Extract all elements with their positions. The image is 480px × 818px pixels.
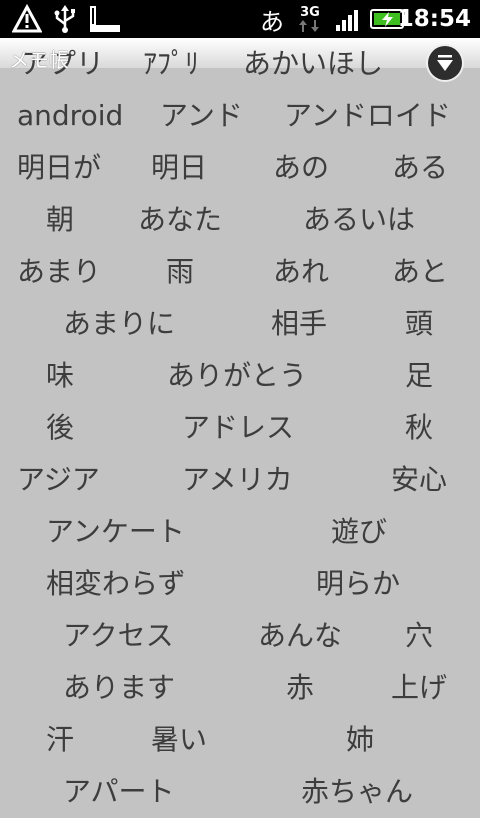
candidate-word[interactable]: あと bbox=[392, 246, 448, 298]
candidate-word[interactable]: 明らか bbox=[316, 558, 400, 610]
candidate-word[interactable]: 明日 bbox=[151, 142, 207, 194]
warning-triangle-icon bbox=[12, 0, 42, 38]
candidate-row: アクセス あんな 穴 bbox=[0, 610, 480, 662]
candidate-word[interactable]: 姉 bbox=[346, 714, 374, 766]
candidate-word[interactable]: あかいほし bbox=[243, 38, 383, 90]
sd-card-icon bbox=[88, 0, 122, 38]
candidate-row: 朝 あなた あるいは bbox=[0, 194, 480, 246]
candidate-word[interactable]: 明日が bbox=[17, 142, 101, 194]
candidate-row: アパート 赤ちゃん bbox=[0, 766, 480, 818]
candidate-word[interactable]: 味 bbox=[46, 350, 74, 402]
candidate-word[interactable]: 頭 bbox=[405, 298, 433, 350]
candidate-word[interactable]: 穴 bbox=[405, 610, 433, 662]
candidate-row: 汗 暑い 姉 bbox=[0, 714, 480, 766]
candidate-word[interactable]: あまりに bbox=[63, 298, 175, 350]
candidate-row: 後 アドレス 秋 bbox=[0, 402, 480, 454]
candidate-row: 味 ありがとう 足 bbox=[0, 350, 480, 402]
candidate-word[interactable]: 秋 bbox=[405, 402, 433, 454]
candidate-word[interactable]: あまり bbox=[17, 246, 101, 298]
candidate-word[interactable]: 赤 bbox=[286, 662, 314, 714]
candidate-word[interactable]: 上げ bbox=[391, 662, 447, 714]
ime-indicator: あ bbox=[260, 7, 284, 36]
candidate-word[interactable]: ある bbox=[392, 142, 448, 194]
usb-icon bbox=[52, 0, 78, 38]
candidate-word[interactable]: 朝 bbox=[46, 194, 74, 246]
candidate-word[interactable]: 遊び bbox=[331, 506, 387, 558]
candidate-word[interactable]: アンドロイド bbox=[284, 90, 451, 142]
candidate-row: android アンド アンドロイド bbox=[0, 90, 480, 142]
candidate-word[interactable]: アクセス bbox=[63, 610, 174, 662]
candidate-word[interactable]: あります bbox=[63, 662, 175, 714]
candidate-word[interactable]: 雨 bbox=[166, 246, 194, 298]
candidate-word[interactable]: あるいは bbox=[303, 194, 415, 246]
candidate-word[interactable]: あの bbox=[273, 142, 329, 194]
candidate-word[interactable]: android bbox=[17, 90, 123, 142]
candidate-word[interactable]: アパート bbox=[63, 766, 174, 818]
candidate-word[interactable]: ｱﾌﾟﾘ bbox=[143, 38, 199, 90]
candidate-word[interactable]: アドレス bbox=[182, 402, 294, 454]
candidate-word[interactable]: アジア bbox=[17, 454, 100, 506]
candidate-row: 相変わらず 明らか bbox=[0, 558, 480, 610]
network-3g-icon: 3G bbox=[298, 0, 322, 38]
candidate-word[interactable]: 足 bbox=[405, 350, 433, 402]
candidate-word[interactable]: あなた bbox=[138, 194, 222, 246]
candidate-word[interactable]: アメリカ bbox=[182, 454, 293, 506]
candidate-row: 明日が 明日 あの ある bbox=[0, 142, 480, 194]
candidate-word[interactable]: あれ bbox=[273, 246, 329, 298]
candidate-word[interactable]: アンド bbox=[160, 90, 243, 142]
candidate-word[interactable]: 後 bbox=[46, 402, 74, 454]
candidate-row: あまりに 相手 頭 bbox=[0, 298, 480, 350]
candidate-word[interactable]: ありがとう bbox=[167, 350, 307, 402]
candidate-word[interactable]: 汗 bbox=[46, 714, 74, 766]
candidate-word[interactable]: あんな bbox=[258, 610, 342, 662]
candidate-word[interactable]: 安心 bbox=[391, 454, 447, 506]
candidate-word[interactable]: 相変わらず bbox=[46, 558, 185, 610]
candidate-word[interactable]: 暑い bbox=[151, 714, 207, 766]
candidate-word[interactable]: 相手 bbox=[271, 298, 327, 350]
signal-strength-icon bbox=[334, 0, 364, 38]
candidate-word[interactable]: アンケート bbox=[46, 506, 185, 558]
candidate-word[interactable]: 赤ちゃん bbox=[301, 766, 413, 818]
candidate-row: あります 赤 上げ bbox=[0, 662, 480, 714]
app-title: メモ帳 bbox=[9, 48, 69, 72]
candidate-row: アプリ ｱﾌﾟﾘ あかいほし bbox=[0, 38, 480, 90]
candidate-row: アジア アメリカ 安心 bbox=[0, 454, 480, 506]
candidate-row: あまり 雨 あれ あと bbox=[0, 246, 480, 298]
status-bar: あ 3G 18:54 bbox=[0, 0, 480, 38]
candidate-row: アンケート 遊び bbox=[0, 506, 480, 558]
chevron-down-circle-icon[interactable] bbox=[428, 46, 462, 80]
network-type-label: 3G bbox=[300, 4, 320, 20]
clock: 18:54 bbox=[397, 6, 471, 32]
